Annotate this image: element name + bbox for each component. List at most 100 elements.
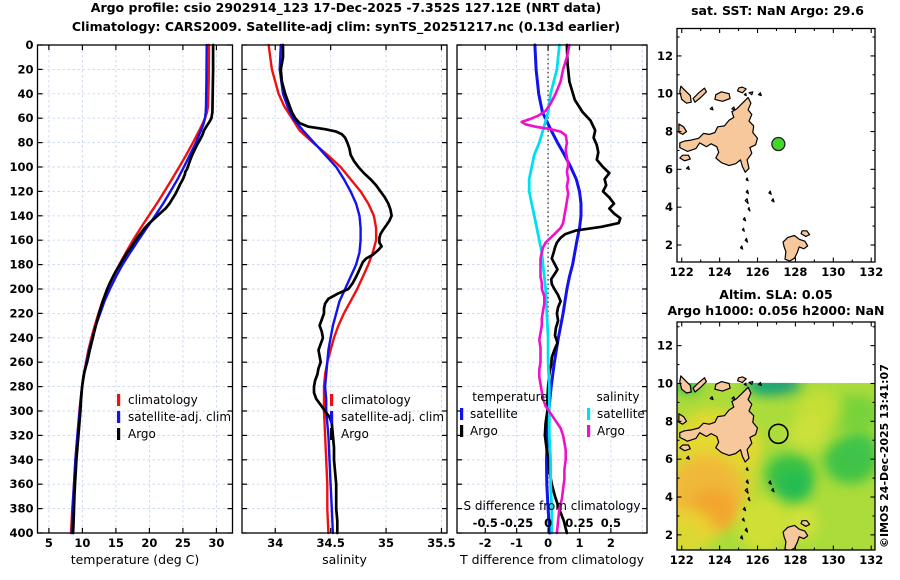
x-tick-label: -1	[510, 536, 523, 550]
x-tick-label: 35.5	[427, 536, 455, 550]
island	[685, 165, 690, 170]
lon-tick-label: 122	[670, 265, 694, 279]
lon-tick-label: 130	[821, 265, 845, 279]
x-tick-label: 1	[575, 536, 583, 550]
x-tick-label: 2	[607, 536, 615, 550]
lat-tick-label: 8	[665, 414, 673, 428]
island	[744, 237, 749, 243]
x-tick-label: 0	[544, 536, 552, 550]
legend-label: satellite	[597, 407, 645, 421]
island	[737, 86, 747, 94]
x-tick-label: 35	[378, 536, 394, 550]
legend-marker-climatology	[117, 394, 121, 406]
x-tick-label: -2	[479, 536, 492, 550]
island	[737, 376, 747, 384]
legend-label: Argo	[341, 427, 369, 441]
island	[745, 177, 749, 182]
s-axis-tick-label: -0.25	[500, 516, 533, 530]
legend-label: Argo	[597, 424, 625, 438]
y-tick-label: 280	[9, 380, 33, 394]
lat-tick-label: 8	[665, 125, 673, 139]
x-axis-label: salinity	[322, 552, 367, 567]
y-tick-label: 60	[17, 111, 33, 125]
island	[771, 487, 775, 493]
island	[782, 234, 809, 262]
island	[744, 198, 749, 204]
float-position-marker	[771, 136, 786, 152]
y-tick-label: 160	[9, 233, 33, 247]
legend-marker-argo	[117, 428, 121, 440]
x-axis-label: T difference from climatology	[459, 552, 645, 567]
lon-tick-label: 126	[746, 265, 770, 279]
island	[714, 91, 731, 102]
y-tick-label: 180	[9, 258, 33, 272]
figure-canvas: 5 10 15 20 25 3002040608010012014016018020022…	[9, 27, 891, 567]
sla-blob	[787, 415, 826, 450]
y-tick-label: 40	[17, 87, 33, 101]
sla-blob	[842, 430, 875, 465]
x-tick-label: 20	[141, 536, 157, 550]
land-polygons	[678, 85, 811, 262]
legend-header: salinity	[596, 390, 639, 404]
x-tick-label: 15	[108, 536, 124, 550]
island	[768, 480, 772, 485]
island	[771, 198, 775, 203]
island	[679, 96, 759, 173]
lat-tick-label: 4	[665, 490, 673, 504]
island	[679, 85, 692, 104]
y-tick-label: 380	[9, 502, 33, 516]
island	[692, 87, 707, 103]
x-tick-label: 30	[208, 536, 224, 550]
island	[679, 154, 691, 162]
y-tick-label: 140	[9, 209, 33, 223]
lon-tick-label: 124	[708, 553, 732, 567]
watermark: ©IMOS 24-Dec-2025 13:41:07	[878, 364, 891, 548]
lat-tick-label: 10	[657, 87, 673, 101]
island	[742, 506, 747, 512]
lon-tick-label: 132	[859, 553, 883, 567]
s-axis-tick-label: 0.5	[601, 516, 621, 530]
lat-tick-label: 6	[665, 162, 673, 176]
island	[748, 91, 754, 96]
s-axis-tick-label: -0.5	[473, 516, 498, 530]
temperature-profile: 5 10 15 20 25 3002040608010012014016018020022…	[9, 38, 234, 567]
island	[745, 189, 749, 195]
legend-label: Argo	[470, 424, 498, 438]
argo-profile-figure: Argo profile: csio 2902914_123 17-Dec-20…	[0, 0, 900, 580]
legend-header: temperature	[472, 390, 547, 404]
island	[743, 92, 747, 97]
sla-field	[677, 382, 875, 550]
island	[678, 123, 688, 135]
y-tick-label: 360	[9, 477, 33, 491]
legend-marker-climatology	[330, 394, 334, 406]
lon-tick-label: 124	[708, 265, 732, 279]
y-tick-label: 0	[25, 38, 33, 52]
lat-tick-label: 4	[665, 200, 673, 214]
y-tick-label: 340	[9, 453, 33, 467]
lat-tick-label: 10	[657, 376, 673, 390]
sla-map: 122 124 126 128 130 132 2 4 6 8 10 12	[657, 321, 883, 567]
island	[741, 227, 745, 232]
y-tick-label: 80	[17, 136, 33, 150]
legend-marker-sal_argo	[587, 425, 591, 437]
lon-tick-label: 128	[783, 553, 807, 567]
legend-label: satellite-adj. clim	[128, 410, 231, 424]
island	[742, 217, 747, 222]
y-tick-label: 120	[9, 184, 33, 198]
island	[739, 245, 744, 250]
y-tick-label: 220	[9, 306, 33, 320]
y-tick-label: 100	[9, 160, 33, 174]
x-tick-label: 34.5	[316, 536, 344, 550]
island	[747, 206, 751, 212]
island	[745, 467, 749, 472]
x-tick-label: 25	[175, 536, 191, 550]
x-axis-label: temperature (deg C)	[71, 552, 200, 567]
legend-marker-sal_satellite	[587, 408, 591, 420]
lon-tick-label: 122	[670, 553, 694, 567]
legend-label: climatology	[341, 393, 411, 407]
s-axis-tick-label: 0	[544, 516, 552, 530]
lat-tick-label: 12	[657, 49, 673, 63]
salinity-profile: 34 34.5 35 35.5 salinity climatology satellite…	[241, 43, 456, 567]
lat-tick-label: 6	[665, 452, 673, 466]
legend-label: Argo	[128, 427, 156, 441]
